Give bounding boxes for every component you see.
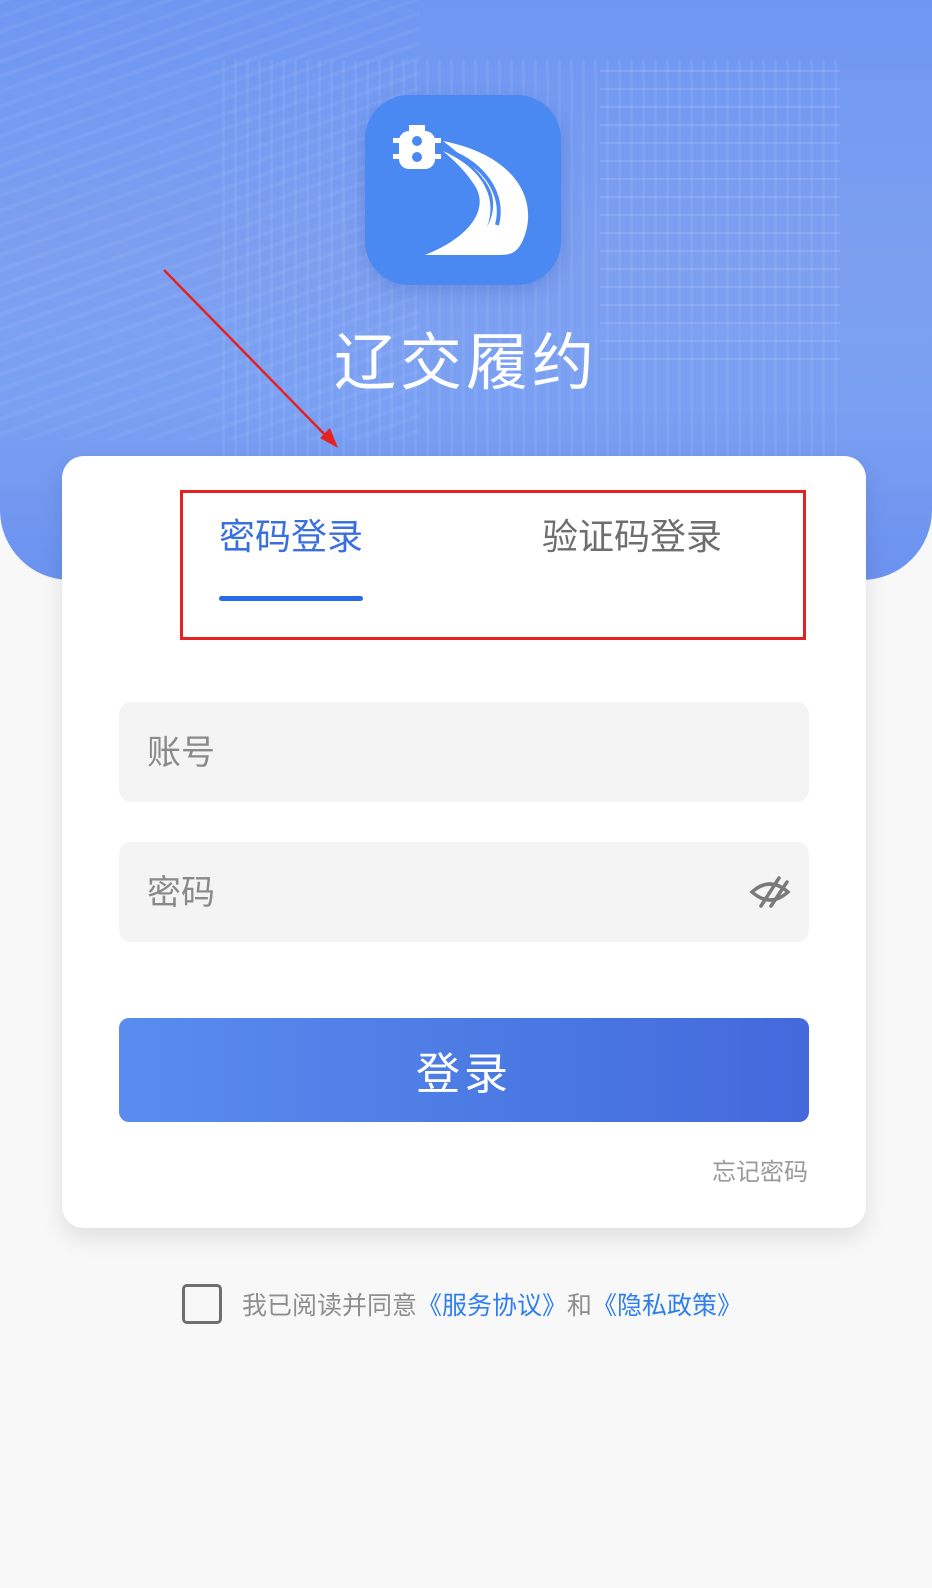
- forgot-password-link[interactable]: 忘记密码: [712, 1152, 808, 1187]
- app-title: 辽交履约: [333, 326, 598, 399]
- account-input[interactable]: [145, 702, 749, 804]
- password-input[interactable]: [145, 842, 749, 944]
- login-button[interactable]: 登录: [119, 1018, 809, 1122]
- service-agreement-link[interactable]: 《服务协议》: [417, 1286, 567, 1322]
- password-field[interactable]: [119, 842, 809, 944]
- app-logo-icon: [365, 95, 561, 285]
- agreement-checkbox[interactable]: [182, 1284, 222, 1324]
- privacy-policy-link[interactable]: 《隐私政策》: [592, 1286, 742, 1322]
- login-card: 密码登录 验证码登录 登录 忘记密码: [62, 456, 866, 1228]
- account-field[interactable]: [119, 702, 809, 804]
- agreement-row: 我已阅读并同意 《服务协议》 和 《隐私政策》: [182, 1280, 742, 1328]
- eye-off-icon[interactable]: [749, 872, 791, 912]
- annotation-highlight-box: [180, 490, 806, 640]
- agreement-text: 我已阅读并同意: [242, 1291, 418, 1320]
- agreement-and-text: 和: [567, 1291, 593, 1320]
